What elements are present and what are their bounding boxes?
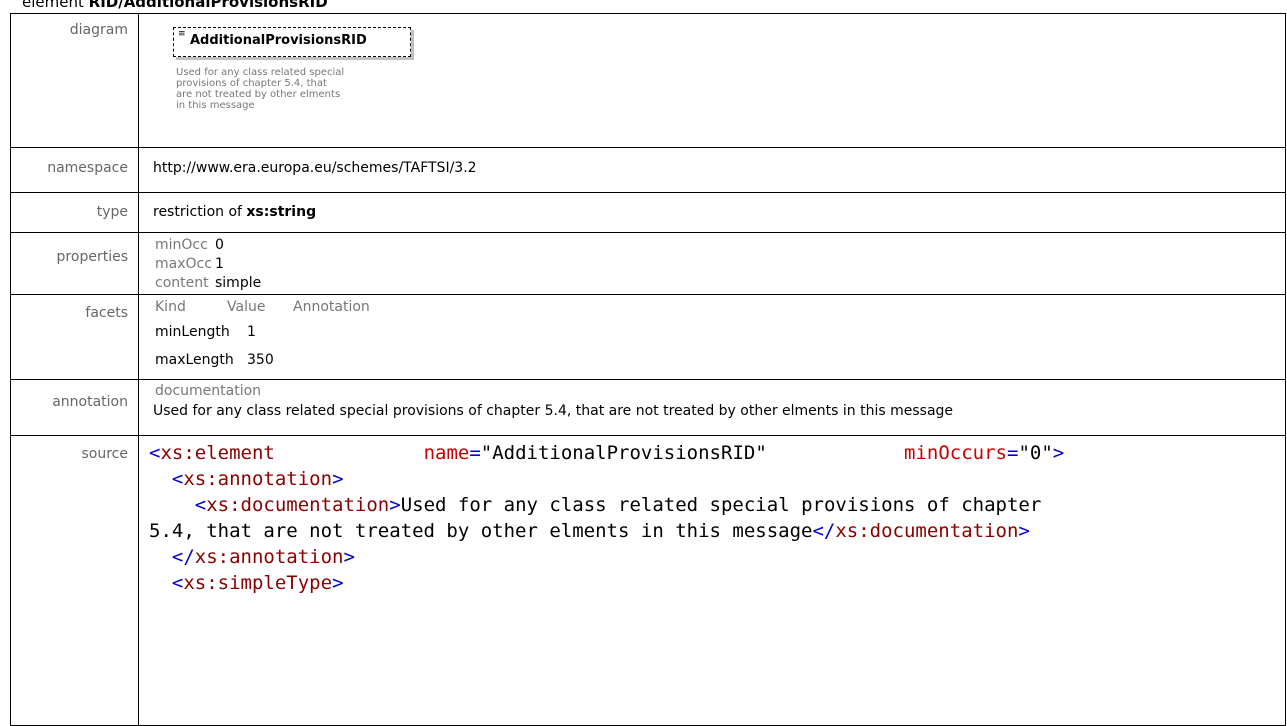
doc-line: in this message	[176, 100, 255, 111]
src-text: Used for any class related special provi…	[400, 494, 1042, 516]
heading-prefix: element	[22, 0, 84, 11]
row-source: source <xs:element name="AdditionalProvi…	[10, 435, 1286, 726]
src-attr-value: "AdditionalProvisionsRID"	[480, 442, 767, 464]
src-line-3: <xs:documentation>Used for any class rel…	[149, 494, 1042, 516]
page-heading: element RID/AdditionalProvisionsRID	[22, 0, 328, 11]
label-properties: properties	[10, 232, 139, 295]
src-bracket: <	[171, 468, 184, 490]
src-line-6: <xs:simpleType>	[149, 572, 344, 594]
src-bracket: >	[1018, 520, 1030, 542]
prop-value: simple	[215, 275, 262, 291]
src-bracket: </	[171, 546, 195, 568]
src-line-2: <xs:annotation>	[149, 468, 344, 490]
src-attr-value: "0"	[1018, 442, 1053, 464]
row-properties: properties minOcc 0 maxOcc 1 content sim…	[10, 232, 1286, 295]
src-bracket: >	[332, 572, 344, 594]
src-bracket: >	[343, 546, 355, 568]
element-box[interactable]: ≡ AdditionalProvisionsRID	[173, 27, 411, 57]
src-attr: minOccurs	[904, 442, 1007, 464]
src-tag: xs:simpleType	[183, 572, 333, 594]
src-tag: xs:annotation	[183, 468, 333, 490]
src-line-4: 5.4, that are not treated by other elmen…	[149, 520, 1030, 542]
row-type: type restriction of xs:string	[10, 192, 1286, 233]
src-attr: name	[423, 442, 470, 464]
type-prefix: restriction of	[153, 204, 242, 220]
src-line-1: <xs:element name="AdditionalProvisionsRI…	[149, 442, 1065, 464]
annotation-header: documentation	[155, 383, 262, 399]
element-diagram[interactable]: ≡ AdditionalProvisionsRID Used for any c…	[173, 27, 433, 137]
doc-line: Used for any class related special	[176, 67, 345, 78]
facet-kind: minLength	[155, 324, 230, 340]
facet-row: maxLength 350	[139, 349, 1285, 371]
src-bracket: <	[171, 572, 184, 594]
facets-col-kind: Kind	[155, 299, 186, 315]
element-box-doc: Used for any class related special provi…	[176, 67, 346, 111]
facet-value: 350	[247, 352, 274, 368]
row-annotation: annotation documentation Used for any cl…	[10, 379, 1286, 436]
src-tag: xs:annotation	[194, 546, 344, 568]
diagram-cell: ≡ AdditionalProvisionsRID Used for any c…	[138, 13, 1286, 148]
facet-kind: maxLength	[155, 352, 234, 368]
src-text: 5.4, that are not treated by other elmen…	[149, 520, 813, 542]
prop-key: maxOcc	[155, 256, 212, 272]
src-tag: xs:element	[160, 442, 275, 464]
src-bracket: >	[389, 494, 401, 516]
src-bracket: >	[332, 468, 344, 490]
src-bracket: <	[194, 494, 207, 516]
heading-element-name: RID/AdditionalProvisionsRID	[88, 0, 328, 11]
label-annotation: annotation	[10, 379, 139, 436]
doc-line: provisions of chapter 5.4, that	[176, 78, 327, 89]
facets-col-value: Value	[227, 299, 266, 315]
type-value: restriction of xs:string	[153, 193, 1285, 220]
doc-line: are not treated by other elments	[176, 89, 341, 100]
label-facets: facets	[10, 294, 139, 380]
properties-table: minOcc 0 maxOcc 1 content simple	[139, 233, 1285, 293]
label-namespace: namespace	[10, 147, 139, 193]
source-code: <xs:element name="AdditionalProvisionsRI…	[149, 436, 1285, 596]
facet-value: 1	[247, 324, 256, 340]
label-diagram: diagram	[10, 13, 139, 148]
row-facets: facets Kind Value Annotation minLength 1…	[10, 294, 1286, 380]
src-bracket: >	[1052, 442, 1065, 464]
element-box-name: AdditionalProvisionsRID	[190, 33, 367, 48]
type-base-link[interactable]: xs:string	[246, 204, 316, 220]
row-diagram: diagram ≡ AdditionalProvisionsRID Used f…	[10, 13, 1286, 148]
annotation-text: Used for any class related special provi…	[153, 403, 954, 419]
namespace-value: http://www.era.europa.eu/schemes/TAFTSI/…	[153, 160, 477, 176]
facets-col-annotation: Annotation	[293, 299, 370, 315]
src-tag: xs:documentation	[206, 494, 390, 516]
label-type: type	[10, 192, 139, 233]
src-tag: xs:documentation	[835, 520, 1019, 542]
label-source: source	[10, 435, 139, 726]
content-lines-icon: ≡	[178, 29, 186, 39]
facets-header: Kind Value Annotation	[139, 295, 1285, 315]
src-bracket: </	[812, 520, 836, 542]
row-namespace: namespace http://www.era.europa.eu/schem…	[10, 147, 1286, 193]
element-doc-table: diagram ≡ AdditionalProvisionsRID Used f…	[10, 13, 1286, 726]
prop-key: content	[155, 275, 209, 291]
prop-value: 0	[215, 237, 224, 253]
prop-value: 1	[215, 256, 224, 272]
facet-row: minLength 1	[139, 321, 1285, 343]
src-line-5: </xs:annotation>	[149, 546, 355, 568]
src-bracket: <	[149, 442, 161, 464]
prop-key: minOcc	[155, 237, 208, 253]
